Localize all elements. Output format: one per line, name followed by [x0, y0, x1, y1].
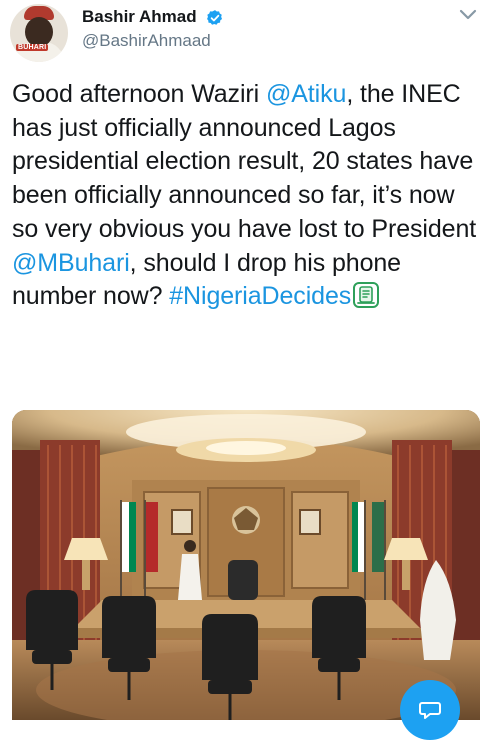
ballot-emoji-icon	[353, 282, 380, 309]
avatar[interactable]: BUHARI	[10, 4, 68, 62]
display-name[interactable]: Bashir Ahmad	[82, 7, 197, 27]
mention-atiku-link[interactable]: @Atiku	[266, 80, 346, 108]
avatar-face	[25, 17, 53, 47]
compose-reply-icon	[419, 702, 441, 719]
hashtag-link[interactable]: #NigeriaDecides	[169, 282, 351, 310]
chevron-down-icon[interactable]	[458, 8, 478, 22]
tweet-text: Good afternoon Waziri @Atiku, the INEC h…	[12, 78, 482, 314]
tweet-text-part1: Good afternoon Waziri	[12, 80, 266, 108]
mention-mbuhari-link[interactable]: @MBuhari	[12, 249, 130, 277]
office-photo-illustration	[12, 410, 480, 720]
tweet-photo[interactable]	[12, 410, 480, 720]
tweet-header: BUHARI Bashir Ahmad @BashirAhmaad	[0, 0, 492, 70]
avatar-badge: BUHARI	[16, 44, 49, 51]
user-handle[interactable]: @BashirAhmaad	[82, 31, 211, 51]
verified-badge-icon	[207, 10, 223, 25]
